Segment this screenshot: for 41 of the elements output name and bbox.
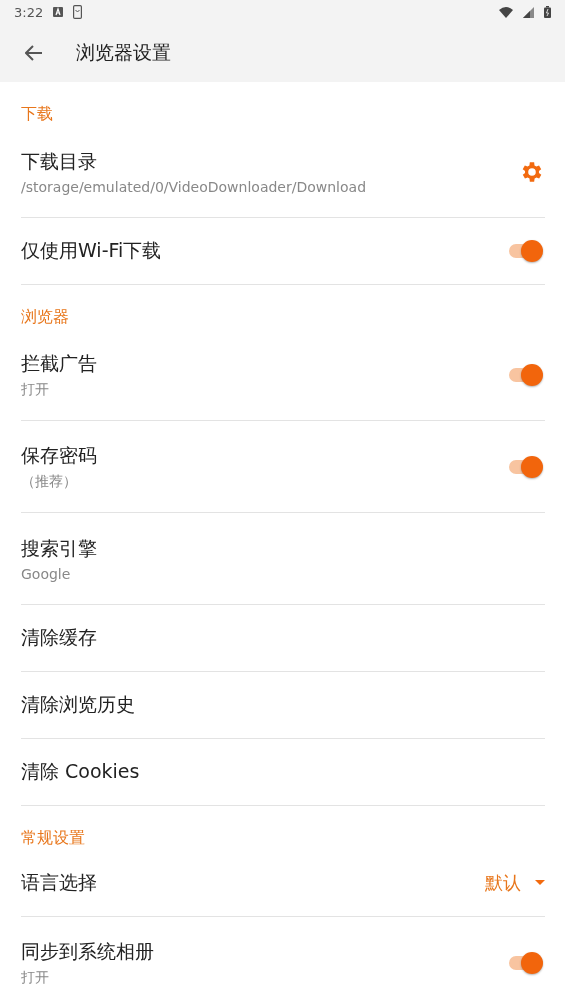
setting-subtitle: 打开 [21,969,50,987]
setting-subtitle: 打开 [21,380,50,399]
notification-icon [53,7,64,17]
setting-subtitle: /storage/emulated/0/VideoDownloader/Download [21,178,368,195]
section-header: 下载 [20,103,54,125]
settings-row[interactable]: 同步到系统相册 打开 [21,917,545,1004]
signal-icon [523,6,534,18]
screen-title: 浏览器设置 [76,40,171,65]
settings-row[interactable]: 仅使用Wi-Fi下载 [21,218,545,285]
status-time: 3:22 [14,4,44,20]
setting-title: 清除浏览历史 [21,692,136,717]
setting-title: 同步到系统相册 [21,939,155,964]
setting-subtitle: Google [21,565,72,582]
toggle-switch[interactable] [507,239,543,263]
section-header: 浏览器 [20,306,70,328]
phone-icon [73,5,83,19]
setting-subtitle: （推荐） [21,472,78,491]
battery-icon [544,6,551,18]
setting-title: 清除 Cookies [21,759,141,784]
setting-title: 下载目录 [21,148,98,174]
wifi-icon [499,6,513,18]
toggle-switch[interactable] [507,362,543,387]
settings-row[interactable]: 清除 Cookies [21,739,545,806]
setting-title: 语言选择 [21,870,98,895]
settings-row[interactable]: 拦截广告 打开 [21,329,545,421]
settings-row[interactable]: 保存密码 （推荐） [21,421,545,513]
dropdown-caret-icon[interactable] [535,880,545,886]
setting-title: 搜索引擎 [21,535,98,561]
toggle-switch[interactable] [507,454,543,479]
setting-title: 仅使用Wi-Fi下载 [21,238,163,263]
section-header: 常规设置 [20,827,86,849]
toggle-switch[interactable] [507,951,543,975]
settings-row[interactable]: 搜索引擎 Google [21,513,545,605]
settings-row[interactable]: 清除缓存 [21,605,545,672]
setting-title: 拦截广告 [21,350,98,376]
back-arrow-icon[interactable] [25,45,43,61]
setting-title: 保存密码 [21,442,98,468]
settings-row[interactable]: 下载目录 /storage/emulated/0/VideoDownloader/Download [21,126,545,218]
settings-row[interactable]: 清除浏览历史 [21,672,545,739]
setting-title: 清除缓存 [21,625,98,650]
settings-row[interactable]: 语言选择 默认 [21,850,545,917]
